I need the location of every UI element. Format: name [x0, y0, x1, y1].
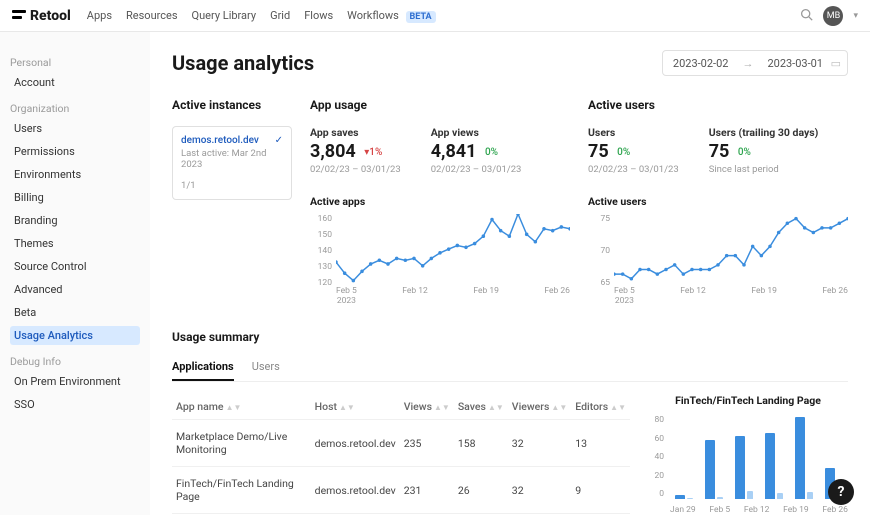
- col-saves[interactable]: Saves▲▼: [454, 394, 508, 420]
- stat-app-views-sub: 02/02/23 – 03/01/23: [431, 164, 522, 175]
- date-sep-icon: →: [742, 57, 753, 70]
- app-usage-title: App usage: [310, 98, 570, 112]
- active-users-title: Active users: [588, 98, 848, 112]
- bar-chart: 806040200 Jan 29Feb 5Feb 12Feb 19Feb 26: [648, 415, 848, 515]
- sidebar: Personal Account Organization Users Perm…: [0, 32, 150, 515]
- table-row[interactable]: FinTech/FinTech Landing Pagedemos.retool…: [172, 467, 630, 514]
- instance-card[interactable]: demos.retool.dev ✓ Last active: Mar 2nd …: [172, 126, 292, 200]
- search-icon[interactable]: [800, 8, 813, 24]
- col-viewers[interactable]: Viewers▲▼: [508, 394, 571, 420]
- sidebar-item-permissions[interactable]: Permissions: [10, 142, 140, 161]
- instance-last-active: Last active: Mar 2nd 2023: [181, 148, 283, 170]
- sidebar-item-billing[interactable]: Billing: [10, 188, 140, 207]
- stat-users-trailing-label: Users (trailing 30 days): [709, 126, 819, 139]
- nav-workflows-label: Workflows: [347, 9, 399, 22]
- stat-app-saves-value: 3,804 ▾1%: [310, 141, 401, 162]
- sidebar-item-advanced[interactable]: Advanced: [10, 280, 140, 299]
- stat-app-views-label: App views: [431, 126, 522, 139]
- brand-name: Retool: [30, 8, 71, 24]
- beta-badge: BETA: [406, 11, 436, 23]
- tab-users[interactable]: Users: [252, 360, 280, 381]
- stat-users-delta: 0%: [617, 147, 630, 158]
- topbar: Retool Apps Resources Query Library Grid…: [0, 0, 870, 32]
- active-instances-title: Active instances: [172, 98, 292, 112]
- date-to: 2023-03-01: [767, 57, 823, 70]
- page-title: Usage analytics: [172, 51, 314, 75]
- stat-app-saves-delta: ▾1%: [364, 147, 382, 158]
- nav-query-library[interactable]: Query Library: [192, 9, 257, 22]
- brand-logo[interactable]: Retool: [12, 8, 71, 24]
- stat-app-views-value: 4,841 0%: [431, 141, 522, 162]
- stat-users-value: 75 0%: [588, 141, 679, 162]
- stat-users-sub: 02/02/23 – 03/01/23: [588, 164, 679, 175]
- sidebar-section-debug: Debug Info: [10, 355, 140, 368]
- help-button[interactable]: ?: [828, 479, 854, 505]
- date-range-picker[interactable]: 2023-02-02 → 2023-03-01 ▭: [662, 50, 848, 76]
- stat-app-saves-label: App saves: [310, 126, 401, 139]
- sidebar-item-sso[interactable]: SSO: [10, 395, 140, 414]
- chevron-down-icon[interactable]: ▾: [853, 11, 858, 21]
- active-users-chart: 757065 Feb 52023Feb 12Feb 19Feb 26: [588, 214, 848, 306]
- sidebar-item-themes[interactable]: Themes: [10, 234, 140, 253]
- nav-workflows[interactable]: Workflows BETA: [347, 9, 435, 22]
- top-nav: Apps Resources Query Library Grid Flows …: [87, 9, 436, 22]
- avatar[interactable]: MB: [823, 6, 843, 26]
- sidebar-section-organization: Organization: [10, 102, 140, 115]
- instance-pagination: 1/1: [181, 180, 283, 191]
- instance-name: demos.retool.dev: [181, 135, 259, 146]
- col-host[interactable]: Host▲▼: [311, 394, 400, 420]
- active-apps-chart-title: Active apps: [310, 195, 570, 208]
- date-from: 2023-02-02: [673, 57, 729, 70]
- stat-users-trailing-value: 75 0%: [709, 141, 819, 162]
- nav-resources[interactable]: Resources: [126, 9, 178, 22]
- sidebar-item-environments[interactable]: Environments: [10, 165, 140, 184]
- brand-logo-icon: [12, 10, 26, 22]
- sidebar-item-account[interactable]: Account: [10, 73, 140, 92]
- active-apps-chart: 160150140130120 Feb 52023Feb 12Feb 19Feb…: [310, 214, 570, 306]
- stat-users-trailing-delta: 0%: [738, 147, 751, 158]
- usage-summary-title: Usage summary: [172, 330, 848, 344]
- stat-users-label: Users: [588, 126, 679, 139]
- stat-app-saves-sub: 02/02/23 – 03/01/23: [310, 164, 401, 175]
- nav-apps[interactable]: Apps: [87, 9, 112, 22]
- nav-grid[interactable]: Grid: [270, 9, 290, 22]
- col-app-name[interactable]: App name▲▼: [172, 394, 311, 420]
- nav-flows[interactable]: Flows: [304, 9, 333, 22]
- usage-table: App name▲▼ Host▲▼ Views▲▼ Saves▲▼ Viewer…: [172, 394, 630, 515]
- sidebar-item-beta[interactable]: Beta: [10, 303, 140, 322]
- col-views[interactable]: Views▲▼: [400, 394, 454, 420]
- check-icon: ✓: [275, 135, 283, 146]
- table-row[interactable]: Marketplace Demo/Live Monitoringdemos.re…: [172, 420, 630, 467]
- sidebar-item-source-control[interactable]: Source Control: [10, 257, 140, 276]
- sidebar-item-usage-analytics[interactable]: Usage Analytics: [10, 326, 140, 345]
- bar-chart-title: FinTech/FinTech Landing Page: [648, 394, 848, 407]
- col-editors[interactable]: Editors▲▼: [571, 394, 630, 420]
- calendar-icon: ▭: [831, 57, 841, 70]
- sidebar-item-branding[interactable]: Branding: [10, 211, 140, 230]
- sidebar-item-users[interactable]: Users: [10, 119, 140, 138]
- main-content: Usage analytics 2023-02-02 → 2023-03-01 …: [150, 32, 870, 515]
- sidebar-item-on-prem[interactable]: On Prem Environment: [10, 372, 140, 391]
- usage-summary-tabs: Applications Users: [172, 360, 848, 382]
- stat-app-views-delta: 0%: [485, 147, 498, 158]
- tab-applications[interactable]: Applications: [172, 360, 234, 381]
- sidebar-section-personal: Personal: [10, 56, 140, 69]
- stat-users-trailing-sub: Since last period: [709, 164, 819, 175]
- active-users-chart-title: Active users: [588, 195, 848, 208]
